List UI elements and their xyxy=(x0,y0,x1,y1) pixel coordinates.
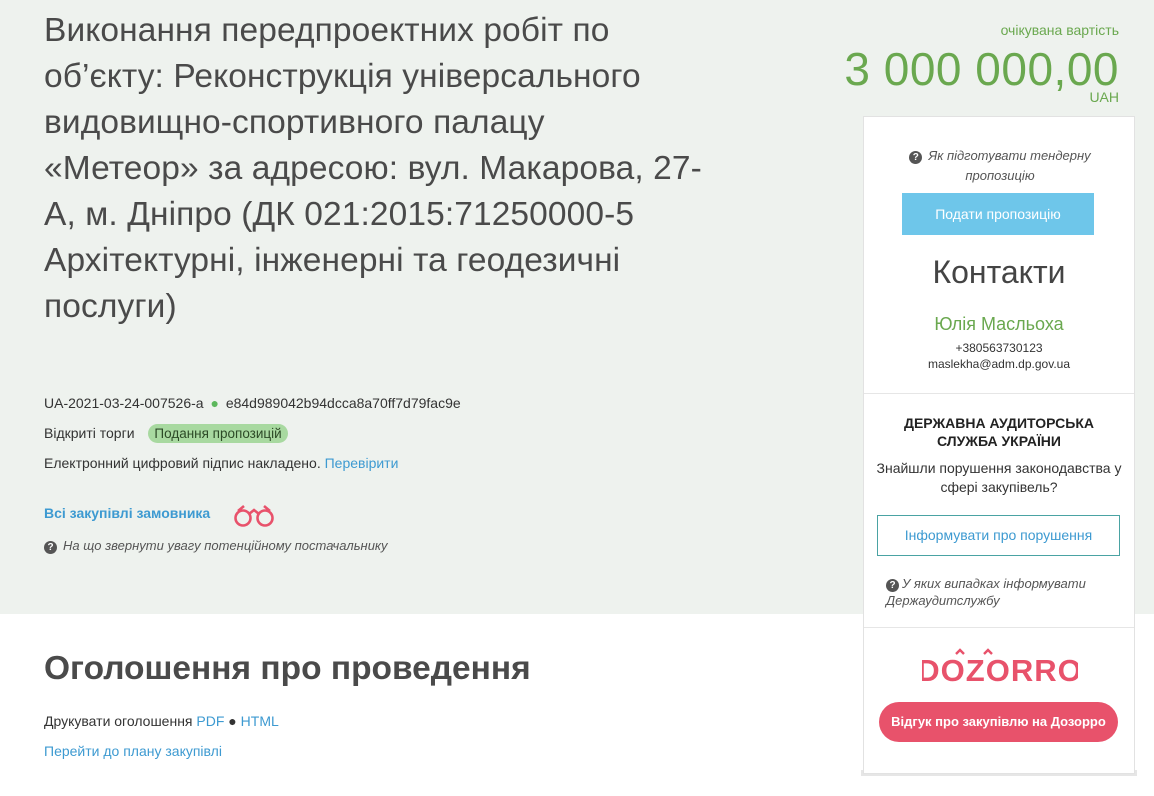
report-violation-button[interactable]: Інформувати про порушення xyxy=(877,515,1120,556)
audit-hint[interactable]: ? У яких випадках інформувати Держаудитсл… xyxy=(886,575,1116,609)
procedure-line: Відкриті торги Подання пропозицій xyxy=(44,423,288,443)
contacts-title: Контакти xyxy=(932,254,1066,290)
contact-name: Юлія Масльоха xyxy=(934,314,1064,334)
separator-dot: ● xyxy=(228,713,237,729)
signature-line: Електронний цифровий підпис накладено. П… xyxy=(44,453,398,473)
expected-price-label: очікувана вартість xyxy=(1000,22,1119,38)
print-label: Друкувати оголошення xyxy=(44,713,193,729)
procurement-plan-link[interactable]: Перейти до плану закупівлі xyxy=(44,741,222,761)
status-dot-icon: ● xyxy=(210,395,219,411)
tender-id-line: UA-2021-03-24-007526-a ● e84d989042b94dc… xyxy=(44,393,461,413)
binoculars-icon[interactable] xyxy=(232,502,276,528)
audit-service-title: ДЕРЖАВНА АУДИТОРСЬКА СЛУЖБА УКРАЇНИ xyxy=(904,415,1094,449)
contact-email: maslekha@adm.dp.gov.ua xyxy=(927,357,1071,371)
divider xyxy=(864,627,1134,628)
supplier-hint-text: На що звернути увагу потенційному постач… xyxy=(63,538,388,553)
status-badge: Подання пропозицій xyxy=(148,424,288,443)
dozorro-feedback-button[interactable]: Відгук про закупівлю на Дозорро xyxy=(879,702,1118,742)
svg-text:DOZORRO: DOZORRO xyxy=(922,653,1078,687)
how-to-prepare-text: Як підготувати тендерну пропозицію xyxy=(928,148,1091,183)
how-to-prepare-hint[interactable]: ? Як підготувати тендерну пропозицію xyxy=(900,146,1100,186)
signature-text: Електронний цифровий підпис накладено. xyxy=(44,455,321,471)
dozorro-logo: DOZORRO xyxy=(922,648,1078,687)
question-circle-icon: ? xyxy=(909,151,923,164)
verify-signature-link[interactable]: Перевірити xyxy=(325,455,399,471)
audit-question: Знайшли порушення законодавства у сфері … xyxy=(876,460,1122,495)
announcement-title: Оголошення про проведення xyxy=(44,650,531,687)
tender-hash: e84d989042b94dcca8a70ff7d79fac9e xyxy=(225,395,461,411)
divider xyxy=(864,393,1134,394)
question-circle-icon: ? xyxy=(886,579,899,592)
side-panel: ? Як підготувати тендерну пропозицію Пода… xyxy=(863,116,1135,774)
supplier-hint[interactable]: ? На що звернути увагу потенційному поста… xyxy=(44,537,388,554)
contact-phone: +380563730123 xyxy=(955,341,1043,355)
procedure-type: Відкриті торги xyxy=(44,425,135,441)
tender-id: UA-2021-03-24-007526-a xyxy=(44,395,204,411)
print-html-link[interactable]: HTML xyxy=(241,713,279,729)
price-currency: UAH xyxy=(1089,89,1119,105)
audit-hint-text: У яких випадках інформувати Держаудитслу… xyxy=(886,576,1086,608)
submit-bid-button[interactable]: Подати пропозицію xyxy=(902,193,1094,235)
question-circle-icon: ? xyxy=(44,541,57,554)
print-announcement-line: Друкувати оголошення PDF ● HTML xyxy=(44,711,279,731)
tender-title: Виконання передпроектних робіт по об’єкт… xyxy=(44,12,702,325)
all-purchases-link[interactable]: Всі закупівлі замовника xyxy=(44,503,210,523)
print-pdf-link[interactable]: PDF xyxy=(196,713,224,729)
expected-price-value: 3 000 000,00 xyxy=(844,43,1119,95)
